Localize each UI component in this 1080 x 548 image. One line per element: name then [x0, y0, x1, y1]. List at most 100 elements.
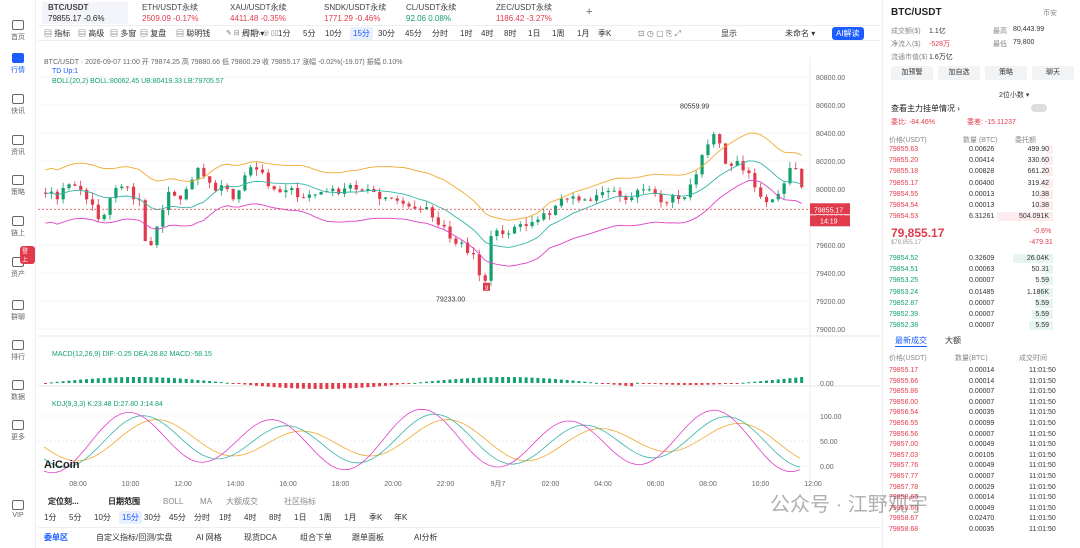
- bottom-period-14[interactable]: 年K: [394, 511, 407, 524]
- sidebar-item-8[interactable]: 排行: [0, 340, 36, 362]
- symbol-tab[interactable]: ETH/USDT永续 2509.09 -0.17%: [134, 2, 218, 24]
- bottom-tab-3[interactable]: 现货DCA: [244, 531, 277, 544]
- depth-select[interactable]: 2位小数 ▾: [999, 90, 1029, 100]
- sidebar-item-2[interactable]: 快讯: [0, 94, 36, 116]
- period-dropdown[interactable]: 周期 ▾: [242, 27, 264, 40]
- bottom-period-9[interactable]: 8时: [269, 511, 281, 524]
- bottom-tab-1[interactable]: 自定义指标/回测/实盘: [96, 531, 172, 544]
- period-6[interactable]: 分时: [432, 27, 448, 40]
- period-4[interactable]: 30分: [378, 27, 395, 40]
- bottom-tab-0[interactable]: 委单区: [44, 531, 68, 544]
- trades-tab[interactable]: 最新成交: [895, 335, 927, 347]
- sidebar-label: 资讯: [11, 149, 25, 156]
- sidebar-item-7[interactable]: 群聊: [0, 300, 36, 322]
- bottom-tab-4[interactable]: 组合下单: [300, 531, 332, 544]
- ask-row[interactable]: 79855.18 0.00828 661.20: [889, 167, 1075, 177]
- toolbar-3[interactable]: ▤ 复盘: [140, 27, 166, 40]
- period-2[interactable]: 10分: [325, 27, 342, 40]
- toolbar-2[interactable]: ▤ 多窗: [110, 27, 136, 40]
- symbol-tab[interactable]: CL/USDT永续 92.06 0.08%: [398, 2, 482, 24]
- action-button-2[interactable]: 策略: [985, 66, 1027, 80]
- bid-row[interactable]: 79852.38 0.00007 5.59: [889, 321, 1075, 331]
- bottom-tool-4[interactable]: 大额成交: [226, 495, 258, 508]
- sidebar-item-9[interactable]: 数据: [0, 380, 36, 402]
- bottom-tab-2[interactable]: AI 网格: [196, 531, 222, 544]
- toolbar-1[interactable]: ▤ 高级: [78, 27, 104, 40]
- toolbar-icons[interactable]: ⊡ ◷ ▢ ⎘ ⤢: [638, 27, 681, 40]
- bottom-period-1[interactable]: 5分: [69, 511, 81, 524]
- sidebar-item-11[interactable]: VIP: [0, 500, 36, 519]
- bottom-tool-5[interactable]: 社区指标: [284, 495, 316, 508]
- ask-row[interactable]: 79855.20 0.00414 330.60: [889, 156, 1075, 166]
- sidebar-item-3[interactable]: 资讯: [0, 135, 36, 157]
- action-button-1[interactable]: 加自选: [938, 66, 980, 80]
- bottom-period-11[interactable]: 1周: [319, 511, 331, 524]
- period-7[interactable]: 1时: [460, 27, 472, 40]
- toolbar-4[interactable]: ▤ 聪明钱: [176, 27, 210, 40]
- period-10[interactable]: 1日: [528, 27, 540, 40]
- symbol-tab[interactable]: XAU/USDT永续 4411.48 -0.35%: [222, 2, 306, 24]
- bottom-tool-1[interactable]: 日期范围: [108, 495, 140, 508]
- symbol-tab[interactable]: BTC/USDT 79855.17 -0.6%: [42, 2, 128, 24]
- ask-row[interactable]: 79854.55 0.00013 10.38: [889, 189, 1075, 200]
- bid-row[interactable]: 79852.39 0.00007 5.59: [889, 310, 1075, 320]
- action-button-3[interactable]: 聊天: [1032, 66, 1074, 80]
- period-1[interactable]: 5分: [303, 27, 315, 40]
- bottom-period-6[interactable]: 分时: [194, 511, 210, 524]
- bid-row[interactable]: 79854.51 0.00063 50.31: [889, 265, 1075, 275]
- bottom-period-3[interactable]: 15分: [119, 511, 142, 524]
- bottom-period-7[interactable]: 1时: [219, 511, 231, 524]
- bottom-period-13[interactable]: 季K: [369, 511, 382, 524]
- period-3[interactable]: 15分: [350, 27, 373, 40]
- candle-body: [348, 184, 352, 189]
- bottom-tool-3[interactable]: MA: [200, 495, 212, 508]
- kline-chart[interactable]: 80800.00 80600.00 80400.00 80200.00 80000.00…: [38, 42, 880, 492]
- sidebar-item-10[interactable]: 更多: [0, 420, 36, 442]
- bottom-period-5[interactable]: 45分: [169, 511, 186, 524]
- bottom-period-4[interactable]: 30分: [144, 511, 161, 524]
- bottom-period-10[interactable]: 1日: [294, 511, 306, 524]
- bottom-tab-5[interactable]: 跟单面板: [352, 531, 384, 544]
- ai-button[interactable]: AI解读: [832, 27, 864, 40]
- ask-row[interactable]: 79854.53 6.31261 504.091K: [889, 212, 1075, 222]
- bottom-period-8[interactable]: 4时: [244, 511, 256, 524]
- candle-body: [747, 170, 751, 174]
- bid-row[interactable]: 79853.24 0.01485 1.186K: [889, 287, 1075, 298]
- period-8[interactable]: 4时: [481, 27, 493, 40]
- trade-time: 11:01:50: [1029, 504, 1056, 512]
- bottom-tab-6[interactable]: AI分析: [414, 531, 438, 544]
- add-tab-icon[interactable]: +: [586, 6, 592, 18]
- bid-row[interactable]: 79853.25 0.00007 5.59: [889, 276, 1075, 286]
- main-force-toggle[interactable]: [1031, 104, 1047, 112]
- action-button-0[interactable]: 加预警: [891, 66, 933, 80]
- macd-bar: [73, 380, 77, 383]
- sidebar-item-4[interactable]: 策略: [0, 175, 36, 197]
- ask-row[interactable]: 79855.17 0.00400 319.42: [889, 178, 1075, 189]
- chart-area[interactable]: BTC/USDT · 2026-09-07 11:00 开 79874.25 高…: [38, 42, 880, 492]
- bottom-tool-0[interactable]: 定位刻...: [48, 495, 79, 508]
- layout-dropdown[interactable]: 未命名 ▾: [785, 27, 815, 40]
- period-5[interactable]: 45分: [405, 27, 422, 40]
- period-11[interactable]: 1周: [552, 27, 564, 40]
- toolbar-0[interactable]: ▤ 指标: [44, 27, 70, 40]
- period-0[interactable]: 1分: [278, 27, 290, 40]
- display-button[interactable]: 显示: [721, 27, 737, 40]
- bottom-period-0[interactable]: 1分: [44, 511, 56, 524]
- bid-row[interactable]: 79854.52 0.32609 26.04K: [889, 254, 1075, 264]
- sidebar-item-5[interactable]: 链上: [0, 216, 36, 238]
- sidebar-item-0[interactable]: 首页: [0, 20, 36, 42]
- symbol-tab[interactable]: ZEC/USDT永续 1186.42 -3.27%: [488, 2, 572, 24]
- bottom-tool-2[interactable]: BOLL: [163, 495, 183, 508]
- symbol-tab[interactable]: SNDK/USDT永续 1771.29 -0.46%: [316, 2, 400, 24]
- ask-row[interactable]: 79855.63 0.00626 499.90: [889, 145, 1075, 155]
- bottom-period-12[interactable]: 1月: [344, 511, 356, 524]
- period-13[interactable]: 季K: [598, 27, 611, 40]
- ask-row[interactable]: 79854.54 0.00013 10.38: [889, 201, 1075, 211]
- big-trades-tab[interactable]: 大额: [945, 335, 961, 346]
- main-force-link[interactable]: 查看主力挂单情况 ›: [891, 103, 960, 114]
- sidebar-item-1[interactable]: 行情: [0, 53, 36, 75]
- period-9[interactable]: 8时: [504, 27, 516, 40]
- bid-row[interactable]: 79852.87 0.00007 5.59: [889, 298, 1075, 309]
- period-12[interactable]: 1月: [577, 27, 589, 40]
- bottom-period-2[interactable]: 10分: [94, 511, 111, 524]
